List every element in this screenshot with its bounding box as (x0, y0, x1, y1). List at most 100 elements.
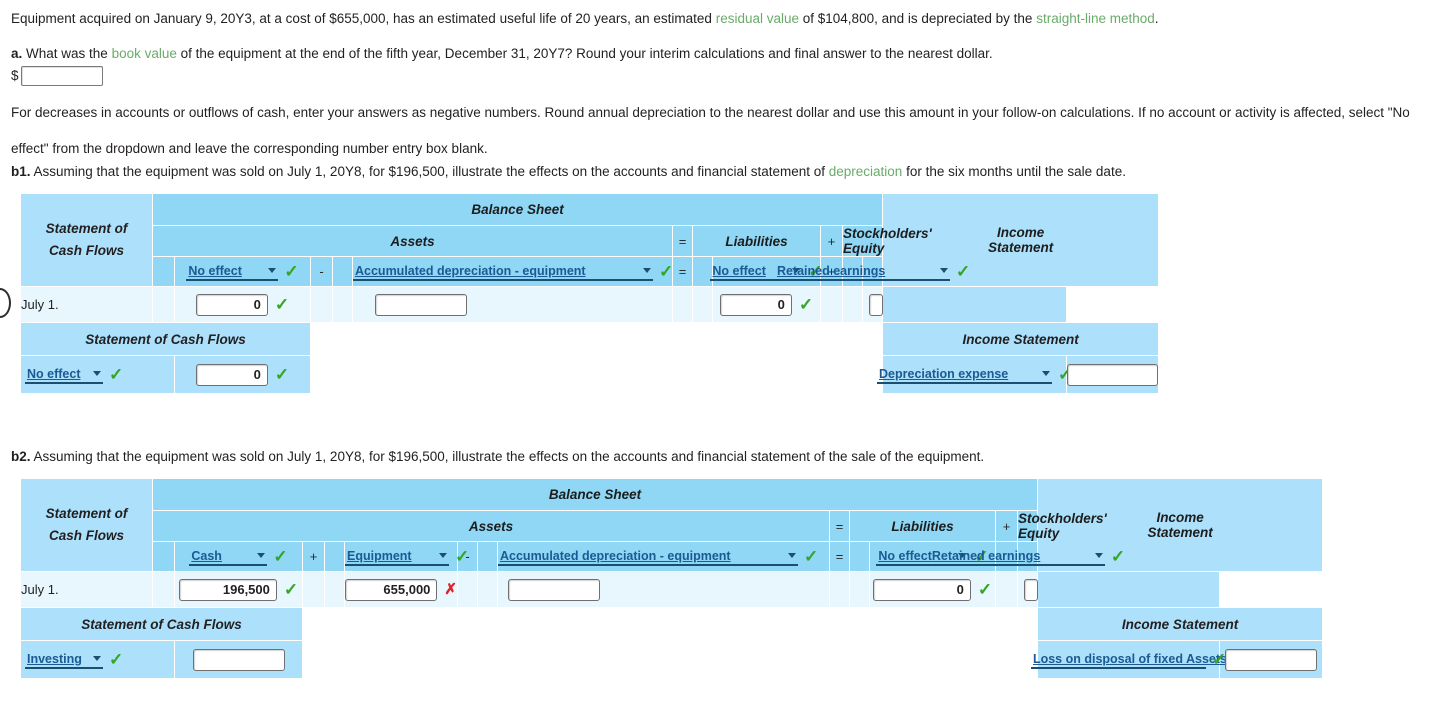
b1-row-spacer-2 (310, 286, 333, 323)
b2-is-select-value: Loss on disposal of fixed Assets (1032, 651, 1227, 666)
b2-asset2-input[interactable]: 655,000 (345, 578, 438, 601)
b2-spacer-4 (849, 541, 870, 572)
b2-is-input[interactable] (1225, 648, 1318, 671)
b2-balance-sheet-title: Balance Sheet (151, 478, 1039, 511)
b2-footer-blank-2 (301, 640, 1039, 679)
b1-asset2-select-cell: Accumulated depreciation - equipment ✓ (352, 256, 673, 287)
b2-scf-input[interactable] (192, 648, 285, 671)
b2-asset1-value-check-icon: ✓ (283, 580, 299, 599)
residual-value-link[interactable]: residual value (716, 11, 799, 26)
b2-is-select[interactable]: Loss on disposal of fixed Assets (1030, 651, 1245, 669)
depreciation-link[interactable]: depreciation (829, 164, 903, 179)
b2-plus-sign-header: + (995, 510, 1018, 542)
chevron-down-icon (268, 268, 277, 273)
b1-scf-corner-label: Statement of Cash Flows (20, 193, 153, 287)
b1-stockholders-equity-title: Stockholders' Equity (841, 225, 932, 257)
b2-row-date: July 1. (20, 571, 153, 608)
b2-scf-value-cell (174, 640, 303, 679)
b1-liability-value-check-icon: ✓ (798, 295, 814, 314)
b1-row-spacer-5 (692, 286, 713, 323)
b1-is-select[interactable]: Depreciation expense (877, 366, 1053, 384)
b2-row-spacer-2 (302, 571, 325, 608)
b2-asset3-input[interactable] (508, 578, 600, 601)
b1-footer-select-row: No effect ✓ 0 ✓ Depreciation expense ✓ (20, 355, 1160, 394)
b1-scf-value-check-icon: ✓ (274, 365, 290, 384)
question-b2-marker: b2. (11, 449, 31, 464)
b1-scf-select-value: No effect (27, 366, 81, 381)
b2-asset1-select[interactable]: Cash (189, 548, 268, 566)
b2-equals-sign-header: = (829, 510, 850, 542)
instructions-line-2: effect" from the dropdown and leave the … (11, 141, 488, 156)
b1-row-spacer-4 (672, 286, 693, 323)
chevron-down-icon (939, 268, 948, 273)
b1-footer-blank-1 (309, 322, 884, 356)
b1-spacer-2 (332, 256, 353, 287)
b1-equity-select[interactable]: Retained earnings (774, 263, 950, 281)
b2-asset2-select-cell: Equipment ✓ (344, 541, 469, 572)
b2-asset2-select[interactable]: Equipment (345, 548, 449, 566)
b2-is-check-icon: ✓ (1211, 650, 1227, 669)
b2-equity-input[interactable] (1024, 578, 1038, 601)
b2-is-line2: Statement (1147, 525, 1213, 540)
b2-scf-select[interactable]: Investing (25, 651, 103, 669)
b2-row-spacer-7 (849, 571, 870, 608)
chevron-down-icon (439, 553, 447, 558)
b1-equals-sign-header: = (672, 225, 693, 257)
chevron-down-icon (93, 656, 101, 661)
question-b1-text-2: for the six months until the sale date. (902, 164, 1126, 179)
b2-scf-corner-line1: Statement of (45, 506, 128, 521)
b2-stockholders-equity-title: Stockholders' Equity (1016, 510, 1107, 542)
b1-is-line2: Statement (988, 240, 1054, 255)
b2-asset3-select-value: Accumulated depreciation - equipment (500, 548, 731, 563)
b2-footer-select-row: Investing ✓ Loss on disposal of fixed As… (20, 640, 1324, 679)
b1-asset2-input[interactable] (375, 293, 467, 316)
b1-footer-blank-2 (309, 355, 884, 394)
b2-asset3-value-cell (497, 571, 830, 608)
b2-spacer-1 (152, 541, 175, 572)
b2-asset1-input[interactable]: 196,500 (178, 578, 277, 601)
b1-is-input[interactable] (1067, 363, 1159, 386)
b1-scf-value-cell: 0 ✓ (174, 355, 311, 394)
b2-footer-title-row: Statement of Cash Flows Income Statement (20, 607, 1324, 641)
b1-scf-input[interactable]: 0 (195, 363, 268, 386)
b1-scf-check-icon: ✓ (109, 365, 124, 384)
b1-asset1-select[interactable]: No effect (186, 263, 279, 281)
page-edge-control-partial[interactable] (0, 288, 11, 318)
b1-equity-value-cell (861, 286, 884, 323)
b2-assets-title: Assets (152, 510, 830, 542)
book-value-link[interactable]: book value (112, 46, 177, 61)
b2-scf-footer-title: Statement of Cash Flows (20, 607, 303, 641)
b1-scf-select-cell: No effect ✓ (20, 355, 175, 394)
question-a: a. What was the book value of the equipm… (11, 45, 1443, 63)
question-b1-marker: b1. (11, 164, 31, 179)
b2-footer-blank-1 (301, 607, 1039, 641)
question-a-marker: a. (11, 46, 23, 61)
b2-asset3-select-cell: Accumulated depreciation - equipment ✓ (497, 541, 830, 572)
straight-line-method-link[interactable]: straight-line method (1036, 11, 1155, 26)
b2-row-spacer-4 (457, 571, 478, 608)
b1-scf-select[interactable]: No effect (25, 366, 103, 384)
b1-asset1-input[interactable]: 0 (195, 293, 268, 316)
instructions-note: For decreases in accounts or outflows of… (11, 104, 1441, 158)
b2-liabilities-title: Liabilities (849, 510, 996, 542)
b2-balance-sheet-header-row: Statement of Cash Flows Balance Sheet In… (20, 478, 1324, 572)
worksheet-page: Equipment acquired on January 9, 20Y3, a… (0, 0, 1449, 702)
b1-equity-input[interactable] (869, 293, 883, 316)
b1-asset1-select-value: No effect (188, 263, 242, 278)
b2-asset3-select[interactable]: Accumulated depreciation - equipment (498, 548, 798, 566)
b2-scf-select-value: Investing (27, 651, 82, 666)
b2-liability-input[interactable]: 0 (872, 578, 971, 601)
b2-equity-select[interactable]: Retained earnings (929, 548, 1105, 566)
b2-asset1-value-cell: 196,500 ✓ (174, 571, 303, 608)
b2-income-value-cell (1037, 571, 1221, 608)
question-a-answer-input[interactable] (20, 66, 103, 86)
b1-asset2-select[interactable]: Accumulated depreciation - equipment (353, 263, 653, 281)
b2-liability-value-cell: 0 ✓ (869, 571, 996, 608)
b1-row-spacer-1 (152, 286, 175, 323)
question-b2: b2. Assuming that the equipment was sold… (11, 448, 1443, 466)
b2-asset2-value-cell: 655,000 ✗ (344, 571, 458, 608)
b1-assets-title: Assets (152, 225, 673, 257)
b1-liability-input[interactable]: 0 (719, 293, 792, 316)
chevron-down-icon (788, 553, 796, 558)
b2-row-spacer-1 (152, 571, 175, 608)
